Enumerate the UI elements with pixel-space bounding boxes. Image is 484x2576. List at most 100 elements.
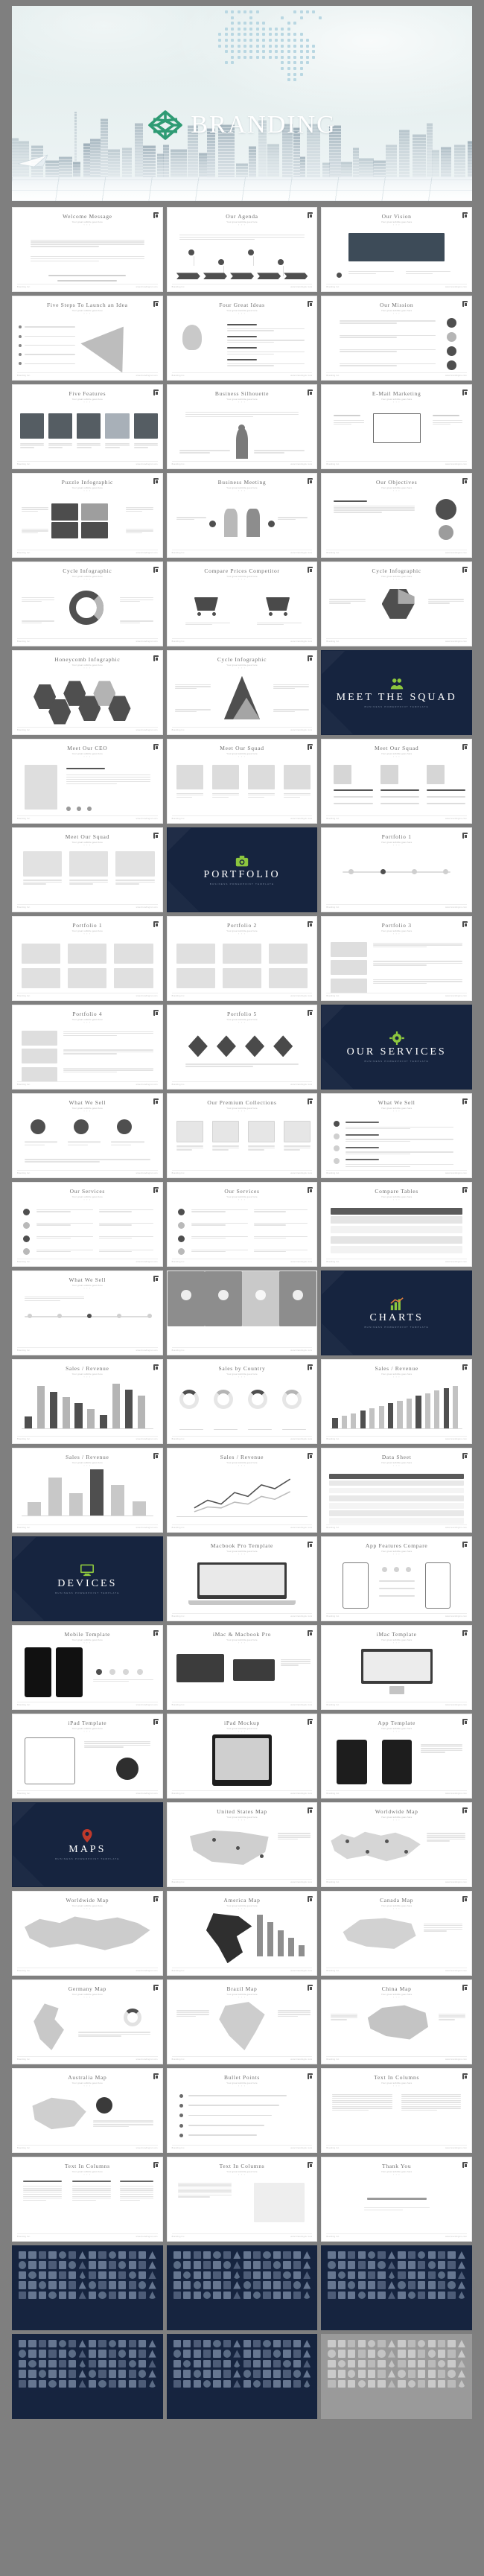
slide-thumbnail[interactable]: Portfolio 4 Your great subtitle goes here… xyxy=(12,1005,163,1090)
slide-thumbnail[interactable]: What We Sell Your great subtitle goes her… xyxy=(12,1270,163,1355)
slide-number-badge[interactable] xyxy=(462,2073,468,2079)
slide-thumbnail[interactable] xyxy=(321,2334,472,2419)
slide-thumbnail[interactable]: Sales / Revenue Your great subtitle goes … xyxy=(321,1359,472,1444)
slide-thumbnail[interactable]: iMac Template Your great subtitle goes he… xyxy=(321,1625,472,1710)
slide-number-badge[interactable] xyxy=(308,2073,313,2079)
slide-number-badge[interactable] xyxy=(462,1896,468,1902)
slide-thumbnail[interactable]: Meet Our Squad Your great subtitle goes h… xyxy=(166,739,318,824)
slide-thumbnail[interactable]: Compare Tables Your great subtitle goes h… xyxy=(321,1182,472,1267)
slide-number-badge[interactable] xyxy=(462,478,468,484)
slide-thumbnail[interactable]: China Map Your great subtitle goes here • … xyxy=(321,1979,472,2064)
slide-thumbnail[interactable]: Our Vision Your great subtitle goes here •… xyxy=(321,207,472,292)
slide-thumbnail[interactable]: Thank You Your great subtitle goes here • … xyxy=(321,2157,472,2242)
slide-thumbnail[interactable]: Canada Map Your great subtitle goes here •… xyxy=(321,1891,472,1976)
slide-thumbnail[interactable]: Five Features Your great subtitle goes he… xyxy=(12,384,163,469)
slide-number-badge[interactable] xyxy=(308,1807,313,1813)
slide-number-badge[interactable] xyxy=(462,212,468,218)
slide-number-badge[interactable] xyxy=(153,1364,159,1370)
slide-thumbnail[interactable]: App Template Your great subtitle goes her… xyxy=(321,1714,472,1799)
slide-number-badge[interactable] xyxy=(153,2162,159,2168)
slide-thumbnail[interactable]: What We Sell Your great subtitle goes her… xyxy=(321,1093,472,1178)
slide-thumbnail[interactable]: Portfolio 1 Your great subtitle goes here… xyxy=(12,916,163,1001)
slide-thumbnail[interactable]: Mobile Template Your great subtitle goes … xyxy=(12,1625,163,1710)
slide-thumbnail[interactable]: Text In Columns Your great subtitle goes … xyxy=(321,2068,472,2153)
slide-thumbnail[interactable]: iMac & Macbook Pro Your great subtitle go… xyxy=(166,1625,318,1710)
slide-number-badge[interactable] xyxy=(462,1453,468,1459)
slide-number-badge[interactable] xyxy=(308,1896,313,1902)
slide-thumbnail[interactable]: Our Services Your great subtitle goes her… xyxy=(12,1182,163,1267)
slide-thumbnail[interactable]: Data Sheet Your great subtitle goes here •… xyxy=(321,1448,472,1533)
slide-thumbnail[interactable]: Portfolio 3 Your great subtitle goes here… xyxy=(321,916,472,1001)
slide-number-badge[interactable] xyxy=(153,301,159,307)
slide-thumbnail[interactable]: MAPS BUSINESS POWERPOINT TEMPLATE xyxy=(12,1802,163,1887)
slide-number-badge[interactable] xyxy=(462,389,468,395)
slide-thumbnail[interactable]: Portfolio 1 Your great subtitle goes here… xyxy=(321,827,472,912)
slide-number-badge[interactable] xyxy=(462,1719,468,1725)
slide-thumbnail[interactable]: Sales / Revenue Your great subtitle goes … xyxy=(166,1448,318,1533)
slide-thumbnail[interactable]: America Map Your great subtitle goes here… xyxy=(166,1891,318,1976)
slide-thumbnail[interactable]: Our Objectives Your great subtitle goes h… xyxy=(321,473,472,558)
slide-thumbnail[interactable]: Our Premium Collections Your great subtit… xyxy=(166,1093,318,1178)
slide-number-badge[interactable] xyxy=(308,478,313,484)
slide-number-badge[interactable] xyxy=(462,1542,468,1548)
slide-thumbnail[interactable] xyxy=(12,2245,163,2330)
slide-thumbnail[interactable]: Macbook Pro Template Your great subtitle … xyxy=(166,1536,318,1621)
slide-thumbnail[interactable]: Five Steps To Launch an Idea Your great s… xyxy=(12,296,163,381)
slide-number-badge[interactable] xyxy=(308,389,313,395)
slide-number-badge[interactable] xyxy=(308,921,313,927)
slide-number-badge[interactable] xyxy=(308,1187,313,1193)
slide-number-badge[interactable] xyxy=(308,1719,313,1725)
slide-thumbnail[interactable]: iPad Mockup Your great subtitle goes here… xyxy=(166,1714,318,1799)
slide-number-badge[interactable] xyxy=(153,744,159,750)
slide-thumbnail[interactable]: CHARTS BUSINESS POWERPOINT TEMPLATE xyxy=(321,1270,472,1355)
slide-number-badge[interactable] xyxy=(462,1807,468,1813)
slide-thumbnail[interactable]: Meet Our CEO Your great subtitle goes her… xyxy=(12,739,163,824)
slide-number-badge[interactable] xyxy=(153,1010,159,1016)
slide-number-badge[interactable] xyxy=(462,1187,468,1193)
slide-number-badge[interactable] xyxy=(308,1453,313,1459)
slide-thumbnail[interactable]: Sales by Country Your great subtitle goes… xyxy=(166,1359,318,1444)
slide-number-badge[interactable] xyxy=(153,212,159,218)
slide-number-badge[interactable] xyxy=(153,1187,159,1193)
slide-thumbnail[interactable]: Business Meeting Your great subtitle goes… xyxy=(166,473,318,558)
slide-thumbnail[interactable]: Cycle Infographic Your great subtitle goe… xyxy=(12,562,163,646)
slide-number-badge[interactable] xyxy=(308,301,313,307)
slide-thumbnail[interactable]: Four Great Ideas Your great subtitle goes… xyxy=(166,296,318,381)
slide-thumbnail[interactable]: Germany Map Your great subtitle goes here… xyxy=(12,1979,163,2064)
slide-thumbnail[interactable]: Cycle Infographic Your great subtitle goe… xyxy=(321,562,472,646)
slide-number-badge[interactable] xyxy=(153,1630,159,1636)
slide-thumbnail[interactable]: OUR SERVICES BUSINESS POWERPOINT TEMPLATE xyxy=(321,1005,472,1090)
slide-thumbnail[interactable]: DEVICES BUSINESS POWERPOINT TEMPLATE xyxy=(12,1536,163,1621)
slide-thumbnail[interactable]: Australia Map Your great subtitle goes he… xyxy=(12,2068,163,2153)
slide-thumbnail[interactable] xyxy=(12,2334,163,2419)
slide-thumbnail[interactable]: iPad Template Your great subtitle goes he… xyxy=(12,1714,163,1799)
slide-number-badge[interactable] xyxy=(462,2162,468,2168)
slide-thumbnail[interactable] xyxy=(166,2334,318,2419)
slide-number-badge[interactable] xyxy=(462,1630,468,1636)
slide-number-badge[interactable] xyxy=(153,1453,159,1459)
slide-thumbnail[interactable]: Meet Our Squad Your great subtitle goes h… xyxy=(321,739,472,824)
slide-number-badge[interactable] xyxy=(462,833,468,839)
slide-number-badge[interactable] xyxy=(153,1098,159,1104)
slide-number-badge[interactable] xyxy=(308,212,313,218)
slide-number-badge[interactable] xyxy=(308,1630,313,1636)
slide-thumbnail[interactable]: United States Map Your great subtitle goe… xyxy=(166,1802,318,1887)
slide-number-badge[interactable] xyxy=(308,1010,313,1016)
slide-number-badge[interactable] xyxy=(153,833,159,839)
slide-number-badge[interactable] xyxy=(462,567,468,573)
slide-thumbnail[interactable]: Worldwide Map Your great subtitle goes he… xyxy=(12,1891,163,1976)
slide-number-badge[interactable] xyxy=(308,2162,313,2168)
slide-number-badge[interactable] xyxy=(153,567,159,573)
slide-number-badge[interactable] xyxy=(153,2073,159,2079)
slide-thumbnail[interactable]: App Features Compare Your great subtitle … xyxy=(321,1536,472,1621)
slide-number-badge[interactable] xyxy=(462,1098,468,1104)
slide-thumbnail[interactable]: Text In Columns Your great subtitle goes … xyxy=(12,2157,163,2242)
slide-thumbnail[interactable] xyxy=(166,2245,318,2330)
slide-thumbnail[interactable]: Portfolio 2 Your great subtitle goes here… xyxy=(166,916,318,1001)
slide-number-badge[interactable] xyxy=(308,1985,313,1991)
slide-thumbnail[interactable] xyxy=(321,2245,472,2330)
slide-number-badge[interactable] xyxy=(462,301,468,307)
slide-number-badge[interactable] xyxy=(153,1896,159,1902)
slide-thumbnail[interactable]: Compare Prices Competitor Your great subt… xyxy=(166,562,318,646)
slide-number-badge[interactable] xyxy=(308,1098,313,1104)
